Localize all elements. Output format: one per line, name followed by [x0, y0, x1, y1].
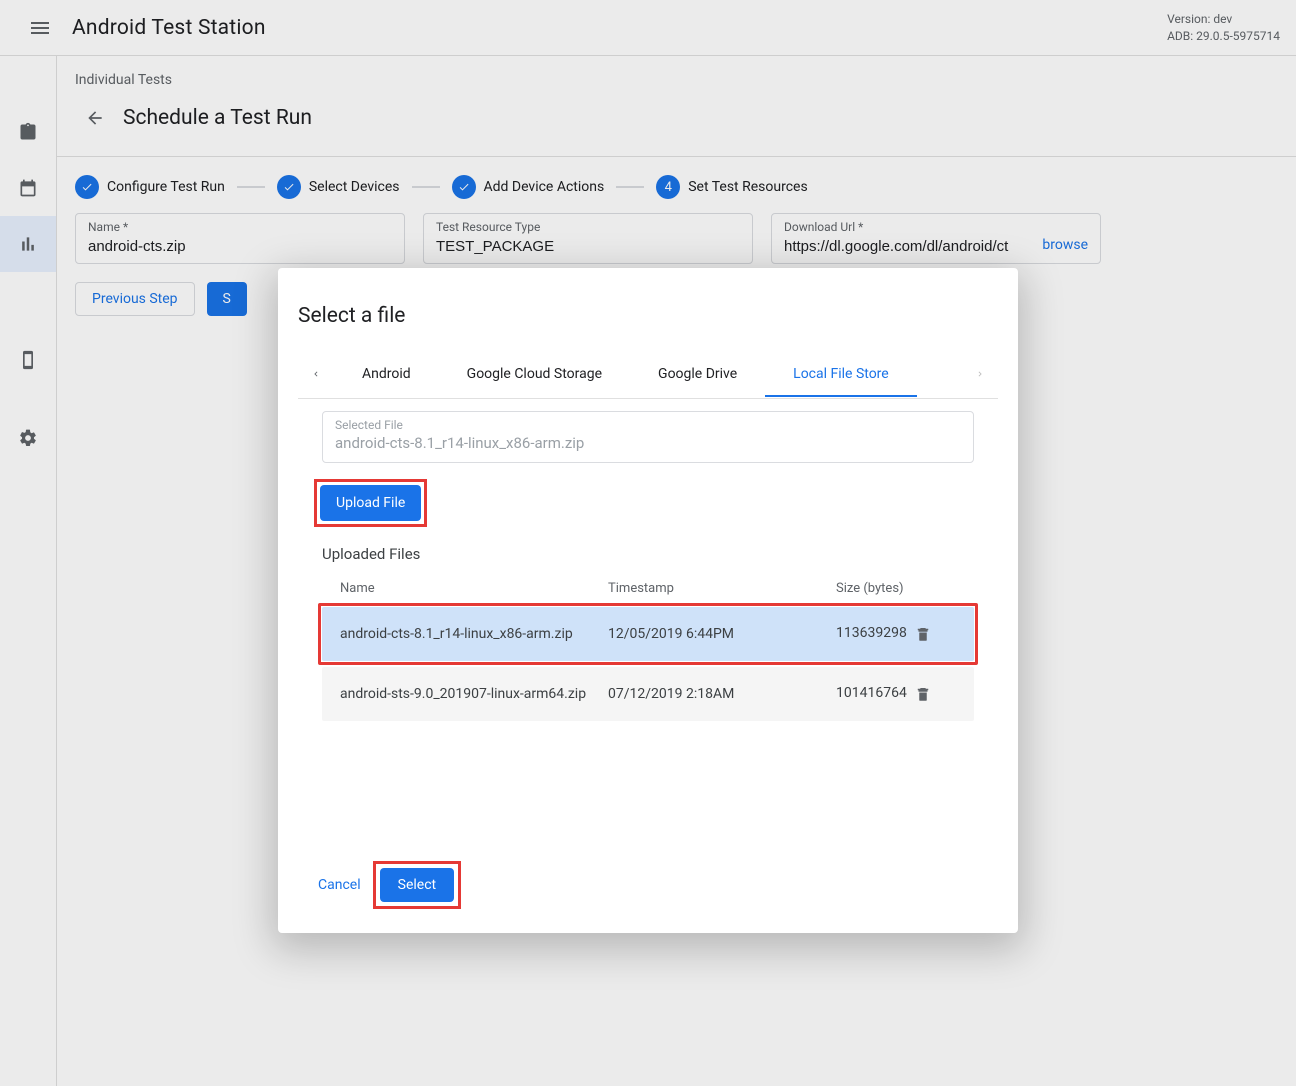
- file-timestamp: 07/12/2019 2:18AM: [608, 686, 836, 702]
- uploaded-files-heading: Uploaded Files: [322, 545, 998, 563]
- chevron-right-icon: [975, 366, 985, 382]
- table-row[interactable]: android-cts-8.1_r14-linux_x86-arm.zip 12…: [322, 607, 974, 661]
- file-size: 101416764: [836, 685, 914, 702]
- tab-gdrive[interactable]: Google Drive: [630, 352, 765, 396]
- annotation-highlight: Upload File: [314, 479, 427, 527]
- cancel-button[interactable]: Cancel: [312, 873, 367, 897]
- uploaded-files-table: Name Timestamp Size (bytes) android-cts-…: [322, 571, 974, 721]
- col-size: Size (bytes): [836, 581, 914, 597]
- selected-file-label: Selected File: [335, 418, 961, 432]
- tab-android[interactable]: Android: [334, 352, 439, 396]
- selected-file-value: android-cts-8.1_r14-linux_x86-arm.zip: [335, 434, 961, 452]
- tab-gcs[interactable]: Google Cloud Storage: [439, 352, 630, 396]
- delete-icon[interactable]: [914, 625, 932, 643]
- table-row[interactable]: android-sts-9.0_201907-linux-arm64.zip 0…: [322, 667, 974, 721]
- col-name: Name: [340, 581, 608, 597]
- select-button[interactable]: Select: [380, 868, 454, 902]
- file-size: 113639298: [836, 625, 914, 642]
- delete-icon[interactable]: [914, 685, 932, 703]
- tab-bar: Android Google Cloud Storage Google Driv…: [298, 350, 998, 399]
- selected-file-field[interactable]: Selected File android-cts-8.1_r14-linux_…: [322, 411, 974, 463]
- dialog-actions: Cancel Select: [312, 861, 998, 909]
- tab-scroll-left[interactable]: [298, 350, 334, 398]
- tab-scroll-right[interactable]: [962, 350, 998, 398]
- dialog-title: Select a file: [298, 304, 998, 328]
- annotation-highlight: Select: [373, 861, 461, 909]
- table-header: Name Timestamp Size (bytes): [322, 571, 974, 607]
- tab-local-file-store[interactable]: Local File Store: [765, 352, 917, 396]
- chevron-left-icon: [311, 366, 321, 382]
- file-name: android-cts-8.1_r14-linux_x86-arm.zip: [340, 626, 608, 642]
- file-select-dialog: Select a file Android Google Cloud Stora…: [278, 268, 1018, 933]
- upload-file-button[interactable]: Upload File: [320, 485, 421, 521]
- dialog-scrim: Select a file Android Google Cloud Stora…: [0, 0, 1296, 1086]
- col-timestamp: Timestamp: [608, 581, 836, 597]
- file-timestamp: 12/05/2019 6:44PM: [608, 626, 836, 642]
- file-name: android-sts-9.0_201907-linux-arm64.zip: [340, 686, 608, 702]
